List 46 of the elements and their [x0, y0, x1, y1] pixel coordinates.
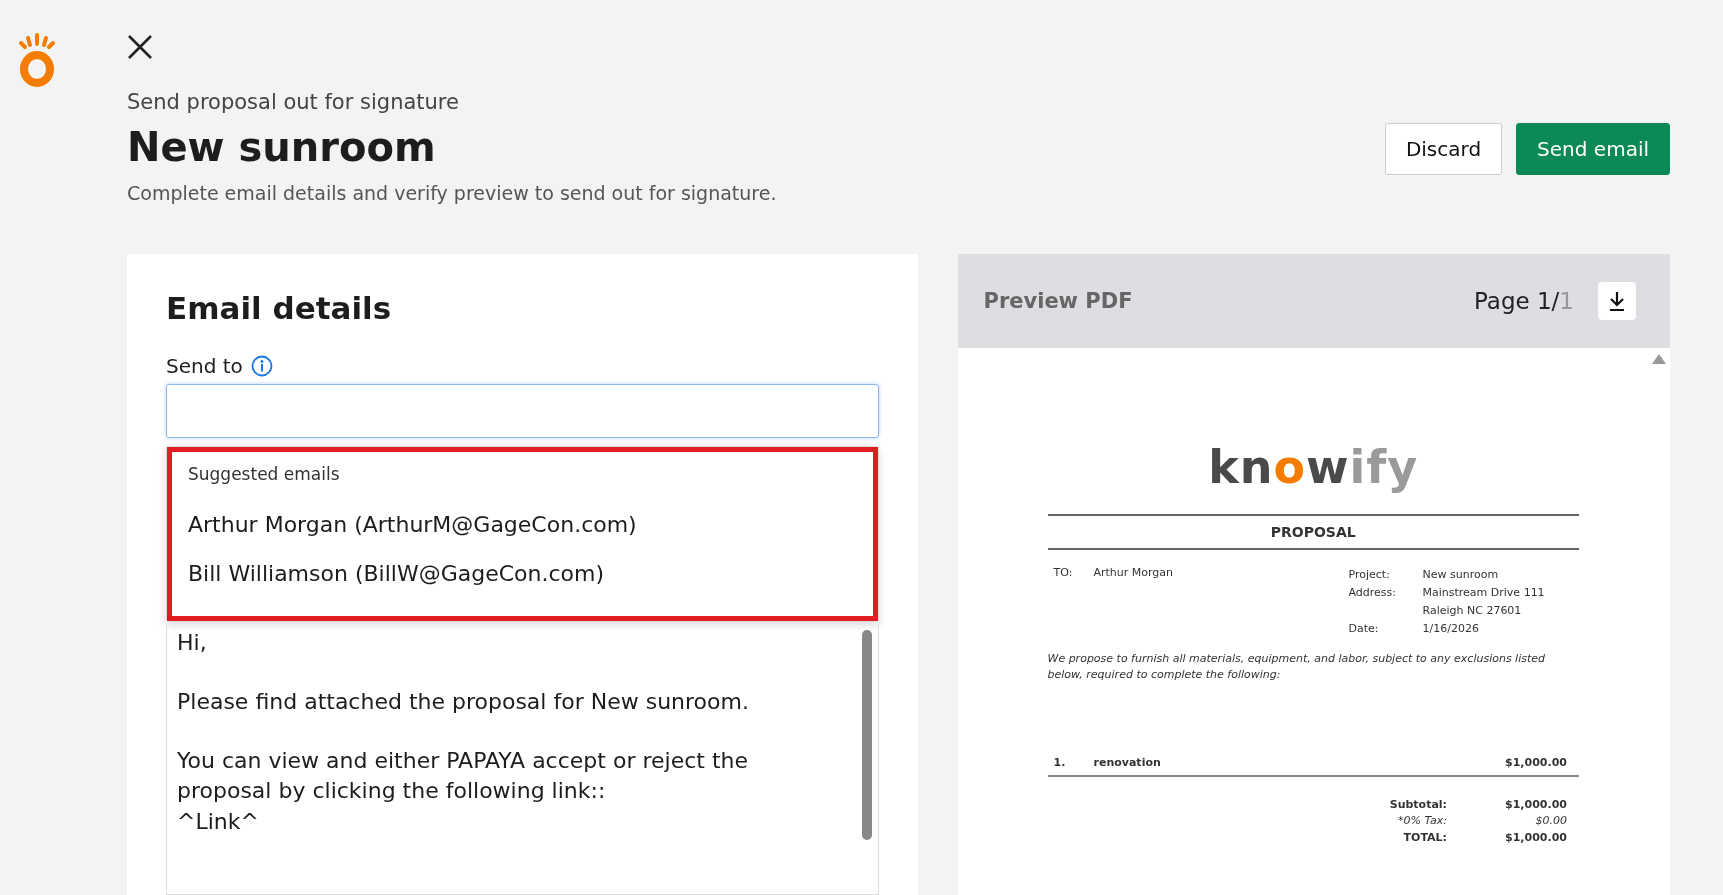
- doc-intro: We propose to furnish all materials, equipment, and labor, subject to any exclusions listed below, required to complete the following:: [1047, 650, 1547, 684]
- close-icon[interactable]: [127, 34, 153, 60]
- doc-value: New sunroom: [1422, 567, 1499, 583]
- page-total: 1: [1559, 288, 1574, 314]
- suggestion-item[interactable]: Arthur Morgan (ArthurM@GageCon.com): [188, 502, 857, 551]
- doc-value: 1/16/2026: [1422, 621, 1479, 638]
- page-description: Complete email details and verify preview to send out for signature.: [127, 182, 777, 204]
- item-number: 1.: [1053, 755, 1067, 769]
- doc-value: Arthur Morgan: [1093, 566, 1174, 581]
- document-heading: PROPOSAL: [1047, 514, 1579, 550]
- message-paragraph: Please find attached the proposal for New sunroom.: [177, 687, 750, 716]
- field-label: Send to: [166, 354, 243, 378]
- doc-label: TO:: [1053, 566, 1074, 581]
- doc-label: Project:: [1348, 567, 1391, 583]
- page-subtitle: Send proposal out for signature: [127, 90, 460, 114]
- preview-title: Preview PDF: [983, 289, 1134, 313]
- doc-value: Raleigh NC 27601: [1422, 603, 1522, 620]
- send-button[interactable]: Send email: [1516, 123, 1670, 175]
- discard-button[interactable]: Discard: [1384, 123, 1503, 175]
- message-field[interactable]: Hi, Please find attached the proposal for New sunroom. You can view and either PAPAYA accept or reject the proposal by clicking the following link:: ^Link^: [166, 624, 879, 895]
- logo-icon: [17, 32, 57, 88]
- scroll-up-icon[interactable]: [1652, 354, 1666, 364]
- doc-label: Address:: [1348, 585, 1397, 602]
- page-title: New sunroom: [127, 124, 437, 170]
- message-paragraph: You can view and either PAPAYA accept or reject the proposal by clicking the following link:: ^Link^: [177, 746, 749, 837]
- doc-label: Date:: [1348, 621, 1380, 638]
- item-amount: $1,000.00: [1505, 755, 1567, 769]
- message-paragraph: Hi,: [177, 629, 208, 657]
- doc-value: Mainstream Drive 111: [1422, 585, 1545, 602]
- company-logo: knowify: [1207, 440, 1420, 494]
- section-heading: Email details: [166, 290, 393, 326]
- download-button[interactable]: [1598, 282, 1636, 320]
- send-to-field[interactable]: [166, 384, 879, 438]
- dropdown-heading: Suggested emails: [188, 464, 341, 484]
- total-value: $0.00: [1534, 813, 1567, 830]
- item-name: renovation: [1093, 755, 1162, 769]
- suggestion-item[interactable]: Bill Williamson (BillW@GageCon.com): [188, 551, 857, 600]
- info-icon[interactable]: [250, 355, 273, 377]
- total-label: *0% Tax:: [1398, 813, 1447, 830]
- scrollbar[interactable]: [861, 630, 872, 840]
- total-value: $1,000.00: [1504, 829, 1567, 846]
- page-label: Page 1/: [1474, 288, 1560, 314]
- download-icon: [1607, 290, 1627, 312]
- total-label: TOTAL:: [1403, 829, 1447, 846]
- total-label: Subtotal:: [1389, 796, 1447, 813]
- total-value: $1,000.00: [1504, 796, 1567, 813]
